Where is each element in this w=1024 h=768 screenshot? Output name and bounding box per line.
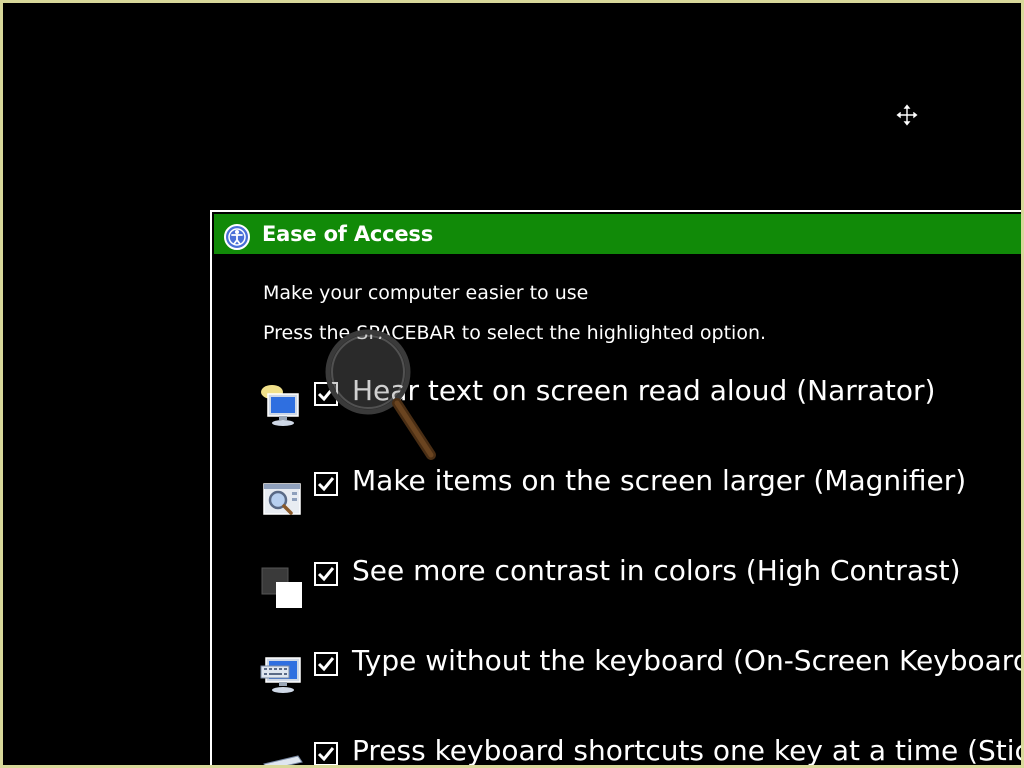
high-contrast-label: See more contrast in colors (High Contra…: [352, 554, 961, 587]
option-magnifier[interactable]: Make items on the screen larger (Magnifi…: [252, 464, 1021, 532]
narrator-icon: [261, 385, 299, 426]
magnifier-checkbox[interactable]: [314, 472, 338, 496]
high-contrast-checkbox[interactable]: [314, 562, 338, 586]
dialog-title: Ease of Access: [262, 222, 434, 246]
narrator-label: Hear text on screen read aloud (Narrator…: [352, 374, 936, 407]
spacebar-instruction-text: Press the SPACEBAR to select the highlig…: [263, 322, 767, 344]
checkmark-icon: [317, 567, 335, 582]
high-contrast-icon: [261, 567, 302, 608]
option-high-contrast[interactable]: See more contrast in colors (High Contra…: [252, 554, 1021, 622]
sticky-keys-label: Press keyboard shortcuts one key at a ti…: [352, 734, 1024, 767]
instruction-text: Make your computer easier to use: [263, 282, 589, 304]
checkmark-icon: [317, 477, 335, 492]
ease-of-access-icon: [224, 224, 250, 250]
magnifier-icon: [263, 483, 301, 515]
on-screen-keyboard-icon: [260, 657, 301, 693]
checkmark-icon: [317, 747, 335, 762]
move-cursor-icon: [895, 103, 919, 127]
dialog-titlebar[interactable]: Ease of Access: [214, 214, 1021, 254]
on-screen-keyboard-checkbox[interactable]: [314, 652, 338, 676]
narrator-checkbox[interactable]: [314, 382, 338, 406]
sticky-keys-checkbox[interactable]: [314, 742, 338, 765]
on-screen-keyboard-label: Type without the keyboard (On-Screen Key…: [352, 644, 1024, 677]
option-narrator[interactable]: Hear text on screen read aloud (Narrator…: [252, 374, 1021, 442]
sticky-keys-icon: [263, 755, 303, 765]
checkmark-icon: [317, 387, 335, 402]
option-sticky-keys[interactable]: Press keyboard shortcuts one key at a ti…: [252, 734, 1021, 765]
checkmark-icon: [317, 657, 335, 672]
option-on-screen-keyboard[interactable]: Type without the keyboard (On-Screen Key…: [252, 644, 1021, 712]
ease-of-access-dialog: Ease of Access Make your computer easier…: [210, 210, 1021, 765]
desktop-screen: Ease of Access Make your computer easier…: [0, 0, 1024, 768]
magnifier-label: Make items on the screen larger (Magnifi…: [352, 464, 967, 497]
